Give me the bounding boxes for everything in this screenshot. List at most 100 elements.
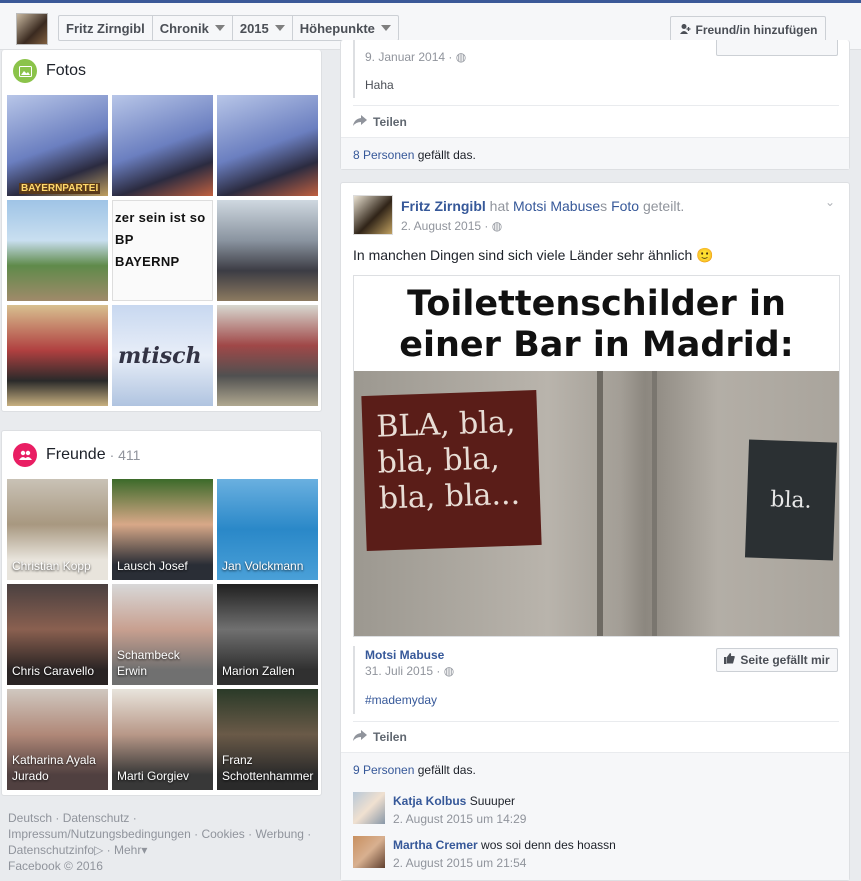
- photo-thumbnail[interactable]: [217, 95, 318, 196]
- friends-header[interactable]: Freunde · 411: [2, 431, 321, 479]
- friend-tile[interactable]: Christian Kopp: [7, 479, 108, 580]
- author-name[interactable]: Fritz Zirngibl: [401, 198, 486, 214]
- globe-icon: ◍: [455, 50, 467, 64]
- chevron-down-icon: [214, 25, 225, 31]
- comment: Katja Kolbus Suuuper 2. August 2015 um 1…: [353, 792, 526, 828]
- source-meta: 31. Juli 2015 · ◍: [365, 664, 454, 678]
- divider: [353, 105, 839, 106]
- friends-icon: [13, 443, 37, 467]
- friend-tile[interactable]: Marion Zallen: [217, 584, 318, 685]
- photo-caption: mtisch: [118, 343, 202, 369]
- post-card: 9. Januar 2014 · ◍ Haha Teilen 8 Persone…: [340, 40, 850, 170]
- photos-header[interactable]: Fotos: [2, 50, 321, 92]
- comment-text: Suuuper: [469, 794, 516, 808]
- footer-link-terms[interactable]: Impressum/Nutzungsbedingungen: [8, 827, 191, 841]
- friend-tile[interactable]: Schambeck Erwin: [112, 584, 213, 685]
- image-headline: Toilettenschilder in einer Bar in Madrid…: [354, 276, 839, 371]
- source-name[interactable]: Motsi Mabuse: [365, 648, 444, 662]
- photos-card: Fotos BAYERNPARTEI zer sein ist so BP BA…: [1, 50, 322, 412]
- post-image[interactable]: Toilettenschilder in einer Bar in Madrid…: [353, 275, 840, 637]
- friend-name[interactable]: Christian Kopp: [12, 558, 104, 574]
- shared-object-link[interactable]: Foto: [611, 198, 639, 214]
- friends-title: Freunde: [46, 446, 106, 463]
- photo-thumbnail[interactable]: [217, 200, 318, 301]
- comment-time[interactable]: 2. August 2015 um 14:29: [393, 810, 526, 828]
- photo-thumbnail[interactable]: [7, 200, 108, 301]
- share-button[interactable]: Teilen: [353, 730, 407, 744]
- friend-name[interactable]: Marion Zallen: [222, 663, 314, 679]
- adchoices-icon: ▷: [94, 843, 104, 857]
- comment-body: Martha Cremer wos soi denn des hoassn 2.…: [393, 836, 616, 872]
- likes-count[interactable]: 9 Personen: [353, 763, 414, 777]
- image-photo: BLA, bla, bla, bla, bla, bla... bla.: [354, 371, 839, 636]
- photo-thumbnail[interactable]: BAYERNPARTEI: [7, 95, 108, 196]
- footer-link-privacy[interactable]: Datenschutz: [63, 811, 130, 825]
- commenter-avatar[interactable]: [353, 836, 385, 868]
- comment-author[interactable]: Martha Cremer: [393, 838, 478, 852]
- photo-caption: BAYERNPARTEI: [19, 183, 101, 194]
- friend-name[interactable]: Schambeck Erwin: [117, 647, 209, 679]
- crumb-year[interactable]: 2015: [233, 16, 293, 40]
- post-date[interactable]: 9. Januar 2014 ·: [365, 50, 452, 64]
- header-text: s: [600, 198, 608, 214]
- crumb-profile-name[interactable]: Fritz Zirngibl: [59, 16, 153, 40]
- friend-name[interactable]: Katharina Ayala Jurado: [12, 752, 104, 784]
- friend-name[interactable]: Chris Caravello: [12, 663, 104, 679]
- add-friend-label: Freund/in hinzufügen: [695, 23, 818, 37]
- friend-tile[interactable]: Katharina Ayala Jurado: [7, 689, 108, 790]
- sign-left: BLA, bla, bla, bla, bla, bla...: [361, 389, 542, 552]
- comment-author[interactable]: Katja Kolbus: [393, 794, 466, 808]
- friend-tile[interactable]: Chris Caravello: [7, 584, 108, 685]
- footer: Deutsch · Datenschutz · Impressum/Nutzun…: [8, 810, 322, 874]
- friend-tile[interactable]: Lausch Josef: [112, 479, 213, 580]
- share-arrow-icon: [353, 730, 367, 744]
- profile-avatar[interactable]: [16, 13, 48, 45]
- footer-link-ads[interactable]: Werbung: [255, 827, 303, 841]
- friends-grid: Christian Kopp Lausch Josef Jan Volckman…: [7, 479, 318, 790]
- friend-name[interactable]: Marti Gorgiev: [117, 768, 209, 784]
- post-meta: 9. Januar 2014 · ◍: [365, 50, 466, 64]
- hashtag-link[interactable]: #mademyday: [365, 693, 437, 707]
- author-avatar[interactable]: [353, 195, 393, 235]
- crumb-chronik[interactable]: Chronik: [153, 16, 233, 40]
- post-text: In manchen Dingen sind sich viele Länder…: [353, 247, 714, 263]
- footer-copyright: Facebook © 2016: [8, 859, 103, 873]
- comment-text: wos soi denn des hoassn: [481, 838, 616, 852]
- friend-name[interactable]: Lausch Josef: [117, 558, 209, 574]
- footer-link-more[interactable]: Mehr: [114, 843, 141, 857]
- footer-link-language[interactable]: Deutsch: [8, 811, 52, 825]
- chevron-down-icon: [380, 25, 391, 31]
- like-page-button[interactable]: [716, 40, 838, 56]
- friend-tile[interactable]: Marti Gorgiev: [112, 689, 213, 790]
- photos-title: Fotos: [46, 62, 87, 79]
- photos-grid: BAYERNPARTEI zer sein ist so BP BAYERNP …: [7, 95, 318, 406]
- thumbs-up-icon: [724, 653, 736, 667]
- crumb-highlights[interactable]: Höhepunkte: [293, 16, 398, 40]
- friend-tile[interactable]: Franz Schottenhammer: [217, 689, 318, 790]
- crumb-label: Fritz Zirngibl: [66, 20, 145, 36]
- post-date[interactable]: 2. August 2015 ·: [401, 219, 488, 233]
- share-button[interactable]: Teilen: [353, 115, 407, 129]
- chevron-down-icon[interactable]: ⌄: [825, 195, 835, 209]
- photo-caption: zer sein ist so BP BAYERNP: [115, 210, 206, 269]
- friends-count: · 411: [109, 447, 141, 463]
- photo-thumbnail[interactable]: mtisch: [112, 305, 213, 406]
- friend-name[interactable]: Franz Schottenhammer: [222, 752, 314, 784]
- photo-thumbnail[interactable]: [112, 95, 213, 196]
- like-page-button[interactable]: Seite gefällt mir: [716, 648, 838, 672]
- likes-count[interactable]: 8 Personen: [353, 148, 414, 162]
- friend-tile[interactable]: Jan Volckmann: [217, 479, 318, 580]
- header-text: hat: [489, 198, 510, 214]
- photo-thumbnail[interactable]: zer sein ist so BP BAYERNP: [112, 200, 213, 301]
- crumb-label: 2015: [239, 20, 269, 36]
- commenter-avatar[interactable]: [353, 792, 385, 824]
- footer-link-cookies[interactable]: Cookies: [201, 827, 244, 841]
- comment-time[interactable]: 2. August 2015 um 21:54: [393, 854, 616, 872]
- footer-link-adchoices[interactable]: Datenschutzinfo: [8, 843, 94, 857]
- photo-thumbnail[interactable]: [217, 305, 318, 406]
- photo-thumbnail[interactable]: [7, 305, 108, 406]
- shared-from-name[interactable]: Motsi Mabuse: [513, 198, 600, 214]
- source-date[interactable]: 31. Juli 2015 ·: [365, 664, 440, 678]
- likes-summary: 8 Personen gefällt das.: [341, 137, 849, 169]
- friend-name[interactable]: Jan Volckmann: [222, 558, 314, 574]
